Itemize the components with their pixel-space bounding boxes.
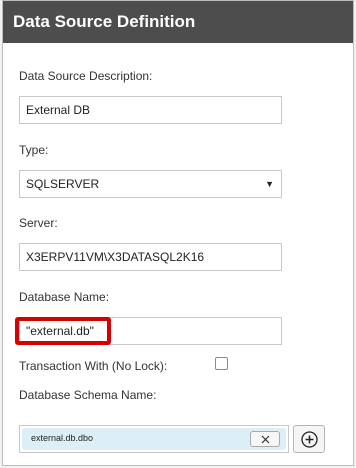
type-select-value: SQLSERVER	[26, 177, 100, 191]
remove-tag-button[interactable]	[250, 431, 280, 447]
schema-name-label: Database Schema Name:	[19, 388, 157, 402]
chevron-down-icon: ▼	[265, 179, 274, 189]
data-source-definition-panel: Data Source Definition Data Source Descr…	[2, 0, 354, 466]
plus-circle-icon	[301, 431, 318, 448]
add-schema-button[interactable]	[293, 425, 325, 453]
close-icon	[261, 435, 270, 444]
type-select[interactable]: SQLSERVER ▼	[19, 170, 282, 198]
schema-tag-input[interactable]: external.db.dbo	[19, 425, 289, 453]
schema-tag: external.db.dbo	[22, 428, 286, 450]
description-label: Data Source Description:	[19, 69, 153, 83]
type-label: Type:	[19, 143, 49, 157]
database-name-highlight	[15, 317, 111, 345]
transaction-no-lock-checkbox[interactable]	[215, 357, 228, 370]
server-input[interactable]: X3ERPV11VM\X3DATASQL2K16	[19, 243, 282, 271]
server-label: Server:	[19, 216, 58, 230]
description-input[interactable]: External DB	[19, 96, 282, 124]
schema-tag-label: external.db.dbo	[31, 433, 94, 443]
transaction-label: Transaction With (No Lock):	[19, 359, 168, 373]
database-name-label: Database Name:	[19, 290, 110, 304]
panel-title: Data Source Definition	[3, 1, 353, 43]
